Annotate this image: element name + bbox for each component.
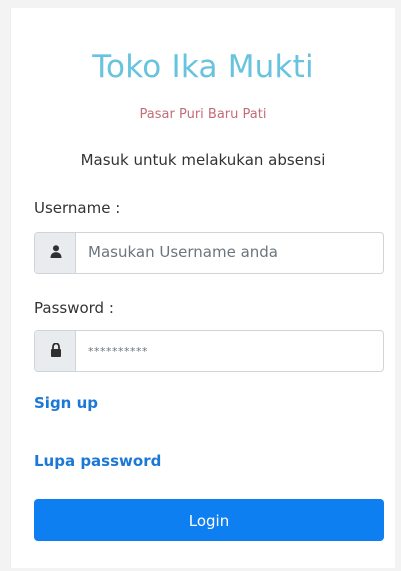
password-label: Password :: [34, 299, 114, 317]
username-input[interactable]: Masukan Username anda: [88, 245, 278, 260]
username-addon: [35, 233, 76, 273]
login-intro: Masuk untuk melakukan absensi: [80, 151, 326, 169]
login-card: Toko Ika Mukti Pasar Puri Baru Pati Masu…: [10, 8, 395, 568]
signup-link[interactable]: Sign up: [34, 396, 98, 411]
login-button[interactable]: Login: [34, 499, 384, 541]
brand-title: Toko Ika Mukti: [92, 49, 314, 85]
password-input[interactable]: **********: [88, 346, 148, 357]
forgot-password-link[interactable]: Lupa password: [34, 454, 161, 469]
username-field[interactable]: Masukan Username anda: [34, 232, 384, 274]
password-field[interactable]: **********: [34, 330, 384, 372]
username-label: Username :: [34, 199, 121, 217]
brand-subtitle: Pasar Puri Baru Pati: [139, 107, 267, 122]
user-icon: [50, 245, 62, 258]
lock-icon: [51, 343, 61, 357]
password-addon: [35, 331, 76, 371]
